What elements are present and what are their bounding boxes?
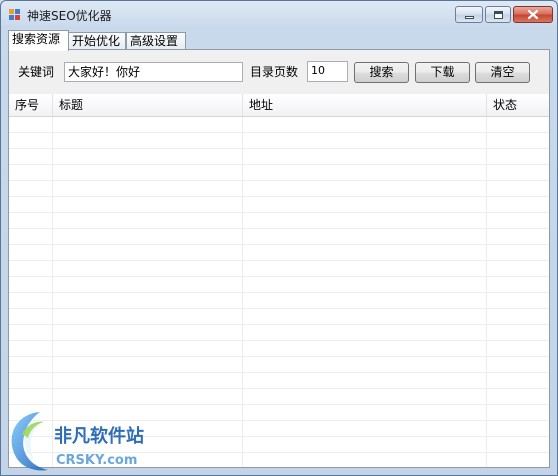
maximize-icon	[494, 11, 503, 19]
client-area: 搜索资源 开始优化 高级设置 关键词 大家好！你好 目录页数 10 搜索 下载 …	[8, 30, 550, 468]
column-header-title[interactable]: 标题	[53, 94, 243, 116]
watermark-brand: 非凡软件站	[54, 425, 144, 447]
tab-search-resources[interactable]: 搜索资源	[8, 30, 69, 51]
pages-input[interactable]: 10	[307, 61, 348, 82]
column-divider	[242, 117, 243, 467]
tab-start-optimize[interactable]: 开始优化	[68, 32, 126, 50]
pages-label: 目录页数	[250, 65, 299, 79]
table-header: 序号 标题 地址 状态	[9, 94, 549, 117]
download-button[interactable]: 下载	[415, 62, 470, 83]
column-divider	[486, 117, 487, 467]
title-bar[interactable]: 神速SEO优化器	[1, 1, 557, 29]
column-header-url[interactable]: 地址	[243, 94, 487, 116]
app-icon	[9, 9, 21, 21]
column-header-index[interactable]: 序号	[9, 94, 53, 116]
window-title: 神速SEO优化器	[27, 9, 112, 23]
minimize-icon	[465, 16, 474, 19]
column-header-status[interactable]: 状态	[487, 94, 549, 116]
minimize-button[interactable]	[455, 6, 483, 23]
keyword-label: 关键词	[18, 65, 55, 79]
tab-strip: 搜索资源 开始优化 高级设置	[8, 30, 550, 51]
watermark-logo: 非凡软件站 CRSKY.com	[11, 412, 144, 471]
clear-button[interactable]: 清空	[475, 62, 530, 83]
watermark-domain: CRSKY.com	[56, 453, 137, 468]
close-button[interactable]	[513, 6, 553, 23]
maximize-button[interactable]	[485, 6, 511, 23]
tab-label: 高级设置	[130, 34, 179, 48]
tab-label: 开始优化	[72, 34, 121, 48]
search-button[interactable]: 搜索	[354, 62, 409, 83]
keyword-input[interactable]: 大家好！你好	[64, 62, 243, 82]
tab-advanced-settings[interactable]: 高级设置	[126, 32, 186, 50]
close-icon	[527, 9, 539, 20]
tab-label: 搜索资源	[12, 32, 61, 46]
